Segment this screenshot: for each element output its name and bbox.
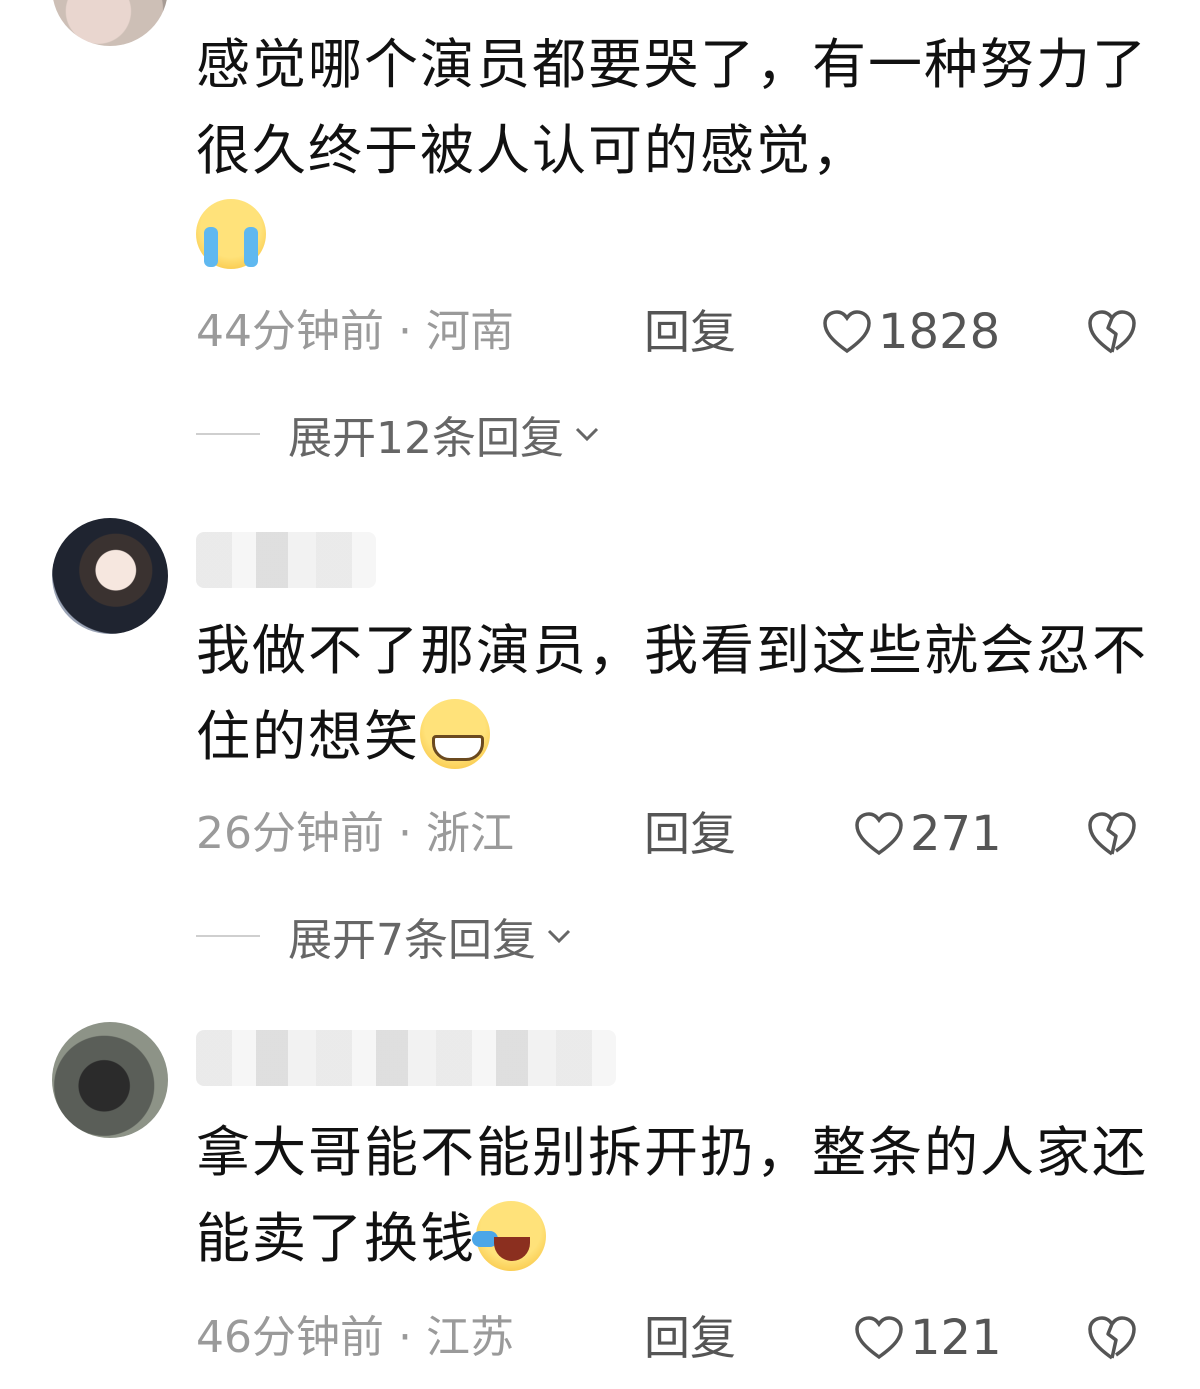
username-blurred[interactable] bbox=[196, 532, 376, 588]
crying-face-icon bbox=[196, 199, 266, 269]
avatar[interactable] bbox=[52, 0, 168, 46]
comment-time: 26分钟前 bbox=[196, 808, 384, 859]
heart-icon bbox=[823, 310, 871, 354]
dislike-broken-heart-icon[interactable] bbox=[1086, 1314, 1138, 1362]
comment-time: 44分钟前 bbox=[196, 306, 384, 357]
comment-text: 感觉哪个演员都要哭了，有一种努力了很久终于被人认可的感觉， bbox=[196, 22, 1156, 280]
divider bbox=[196, 935, 260, 937]
like-count: 271 bbox=[910, 806, 1002, 862]
like-button[interactable]: 121 bbox=[854, 1308, 1002, 1368]
dislike-broken-heart-icon[interactable] bbox=[1086, 308, 1138, 356]
comment-text: 我做不了那演员，我看到这些就会忍不住的想笑 bbox=[196, 619, 1148, 769]
comment-location: 浙江 bbox=[425, 808, 514, 859]
grinning-face-icon bbox=[420, 699, 490, 769]
avatar[interactable] bbox=[52, 518, 168, 634]
reply-button[interactable]: 回复 bbox=[644, 1308, 736, 1368]
comment-text: 拿大哥能不能别拆开扔，整条的人家还能卖了换钱 bbox=[196, 1121, 1148, 1271]
heart-icon bbox=[855, 1316, 903, 1360]
comment-location: 江苏 bbox=[425, 1312, 514, 1363]
like-count: 1828 bbox=[878, 304, 1001, 360]
heart-icon bbox=[855, 812, 903, 856]
comment-meta: 46分钟前 · 江苏 bbox=[196, 1312, 514, 1363]
divider bbox=[196, 433, 260, 435]
comment-location: 河南 bbox=[425, 306, 514, 357]
rolling-laughing-face-icon bbox=[472, 1201, 546, 1271]
like-button[interactable]: 271 bbox=[854, 804, 1002, 864]
chevron-down-icon bbox=[575, 427, 599, 442]
like-button[interactable]: 1828 bbox=[822, 302, 1000, 362]
chevron-down-icon bbox=[547, 929, 571, 944]
like-count: 121 bbox=[910, 1310, 1002, 1366]
comment-meta: 26分钟前 · 浙江 bbox=[196, 808, 514, 859]
reply-button[interactable]: 回复 bbox=[644, 804, 736, 864]
reply-button[interactable]: 回复 bbox=[644, 302, 736, 362]
expand-replies[interactable]: 展开7条回复 bbox=[196, 906, 572, 966]
dislike-broken-heart-icon[interactable] bbox=[1086, 810, 1138, 858]
username-blurred[interactable] bbox=[196, 1030, 616, 1086]
avatar[interactable] bbox=[52, 1022, 168, 1138]
expand-replies[interactable]: 展开12条回复 bbox=[196, 404, 600, 464]
comment-time: 46分钟前 bbox=[196, 1312, 384, 1363]
comment-meta: 44分钟前 · 河南 bbox=[196, 306, 514, 357]
